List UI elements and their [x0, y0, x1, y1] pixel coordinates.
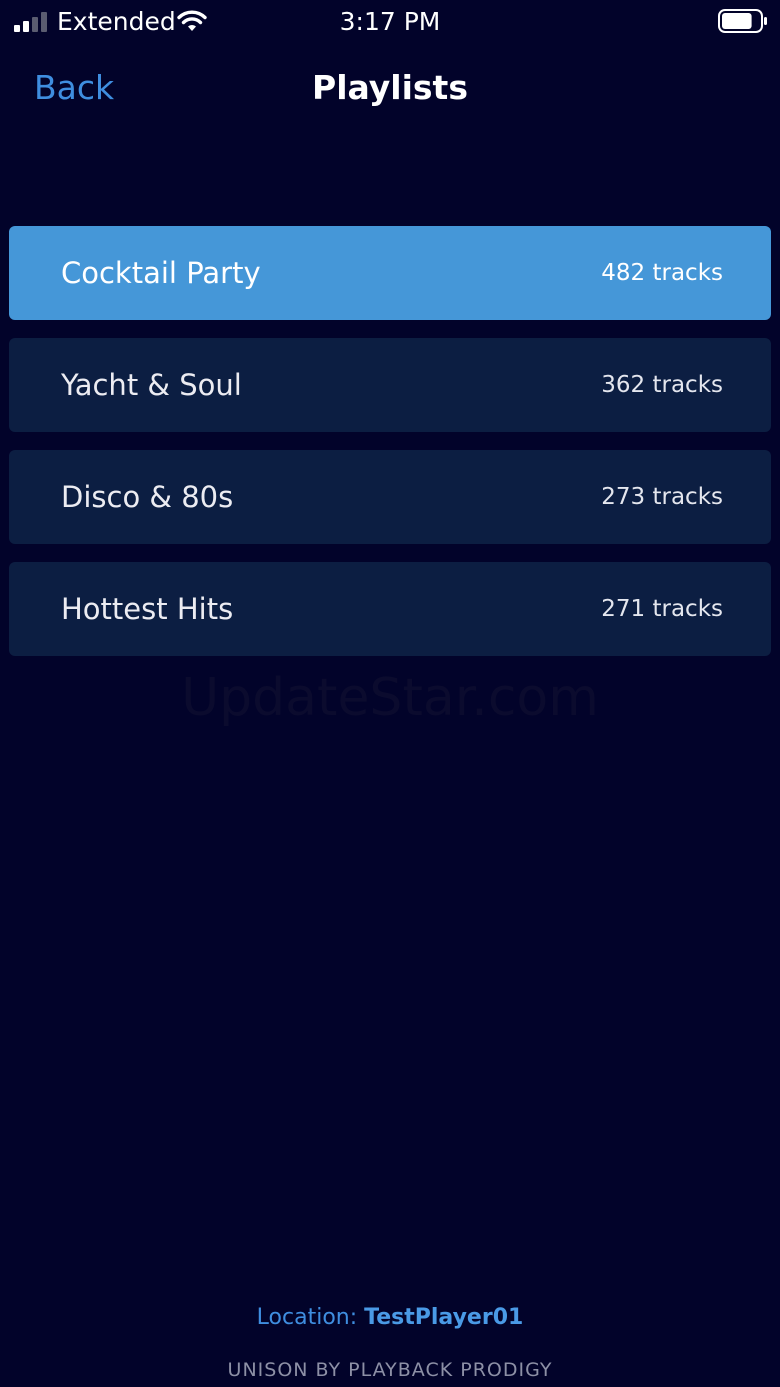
footer-brand: UNISON BY PLAYBACK PRODIGY [227, 1359, 553, 1381]
playlist-track-count: 482 tracks [601, 260, 723, 286]
location-info: Location: TestPlayer01 [0, 1302, 780, 1334]
playlist-name: Yacht & Soul [61, 368, 242, 402]
playlist-track-count: 271 tracks [601, 596, 723, 622]
playlist-track-count: 273 tracks [601, 484, 723, 510]
battery-icon [718, 9, 767, 33]
playlist-item-hottest-hits[interactable]: Hottest Hits 271 tracks [9, 562, 771, 656]
playlist-item-yacht-soul[interactable]: Yacht & Soul 362 tracks [9, 338, 771, 432]
location-value: TestPlayer01 [364, 1305, 524, 1330]
status-bar: Extended 3:17 PM [0, 0, 780, 44]
watermark: UpdateStar.com [181, 668, 599, 728]
playlist-item-cocktail-party[interactable]: Cocktail Party 482 tracks [9, 226, 771, 320]
playlist-name: Disco & 80s [61, 480, 234, 514]
playlist-name: Hottest Hits [61, 592, 234, 626]
playlist-list: Cocktail Party 482 tracks Yacht & Soul 3… [9, 226, 771, 674]
location-label: Location: [256, 1305, 358, 1330]
page-title: Playlists [312, 68, 468, 107]
navigation-bar: Back Playlists [0, 60, 780, 116]
playlist-item-disco-80s[interactable]: Disco & 80s 273 tracks [9, 450, 771, 544]
playlist-name: Cocktail Party [61, 256, 261, 290]
playlist-track-count: 362 tracks [601, 372, 723, 398]
status-time: 3:17 PM [339, 7, 441, 36]
